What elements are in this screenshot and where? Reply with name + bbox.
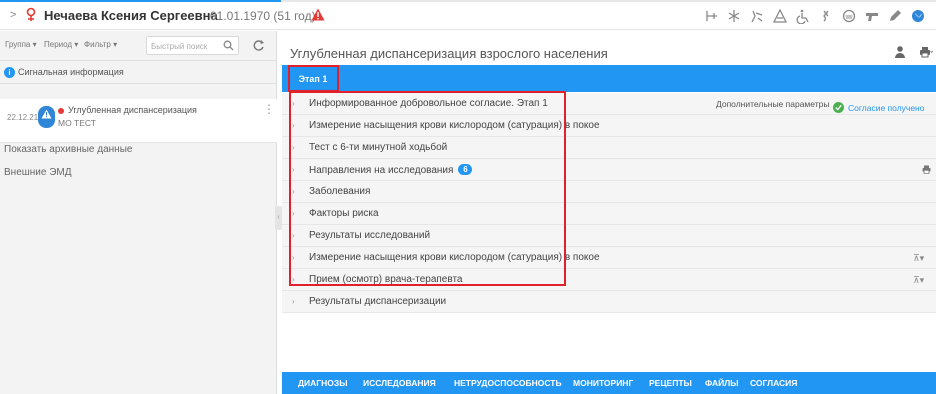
pencil-icon[interactable]	[885, 7, 905, 25]
section-row[interactable]: › Результаты исследований	[282, 225, 936, 247]
filter-filter-dropdown[interactable]: Фильтр ▾	[84, 40, 117, 49]
search-icon[interactable]	[223, 40, 234, 51]
tab-consents[interactable]: СОГЛАСИЯ	[750, 378, 797, 388]
bottom-tabs-bar: ДИАГНОЗЫ ИССЛЕДОВАНИЯ НЕТРУДОСПОСОБНОСТЬ…	[282, 372, 936, 394]
tab-files[interactable]: ФАЙЛЫ	[705, 378, 739, 388]
chevron-right-icon: ›	[292, 165, 295, 174]
chevron-right-icon: ›	[292, 231, 295, 240]
section-row[interactable]: › Заболевания	[282, 181, 936, 203]
event-card[interactable]: 22.12.21 Углубленная диспансеризация МО …	[0, 99, 277, 143]
chevron-right-icon: ›	[292, 209, 295, 218]
section-label: Результаты исследований	[309, 230, 431, 241]
section-label: Направления на исследования 6	[309, 164, 473, 176]
more-vertical-icon[interactable]: ⋮	[263, 103, 275, 115]
warning-icon[interactable]	[311, 8, 325, 21]
tab-disability[interactable]: НЕТРУДОСПОСОБНОСТЬ	[454, 378, 562, 388]
patient-toolbar	[701, 7, 928, 25]
section-row[interactable]: › Измерение насыщения крови кислородом (…	[282, 115, 936, 137]
patient-header: > Нечаева Ксения Сергеевна 01.01.1970 (5…	[0, 2, 936, 30]
stage-tab-highlight	[288, 65, 339, 92]
link-icon[interactable]	[816, 7, 836, 25]
section-label-text: Направления на исследования	[309, 165, 454, 176]
event-date: 22.12.21	[7, 113, 39, 122]
section-row[interactable]: › Направления на исследования 6	[282, 159, 936, 181]
section-label: Измерение насыщения крови кислородом (са…	[309, 252, 600, 263]
sections-list: › Информированное добровольное согласие.…	[282, 93, 936, 313]
main-toolbar	[893, 45, 933, 59]
section-row[interactable]: › Измерение насыщения крови кислородом (…	[282, 247, 936, 269]
chevron-right-icon: ›	[292, 297, 295, 306]
sort-dropdown-icon[interactable]: ⊼▾	[913, 253, 924, 264]
section-row[interactable]: › Прием (осмотр) врача-терапевта ⊼▾	[282, 269, 936, 291]
chevron-right-icon: ›	[292, 143, 295, 152]
collapse-panel-handle[interactable]: ‹	[275, 206, 282, 230]
check-circle-icon	[833, 102, 844, 113]
consent-status: Согласие получено	[833, 98, 924, 116]
female-icon	[26, 7, 36, 21]
quick-search[interactable]: Быстрый поиск	[146, 36, 239, 55]
tab-research[interactable]: ИССЛЕДОВАНИЯ	[363, 378, 436, 388]
info-icon: i	[4, 67, 15, 78]
wheelchair-icon[interactable]	[793, 7, 813, 25]
event-title[interactable]: Углубленная диспансеризация	[68, 105, 197, 115]
stage-tabs-bar: Этап 1	[282, 65, 936, 92]
section-label: Тест с 6-ти минутной ходьбой	[309, 142, 448, 153]
print-icon[interactable]	[922, 165, 931, 174]
signal-info-label: Сигнальная информация	[18, 67, 124, 77]
left-panel: Группа ▾ Период ▾ Фильтр ▾ Быстрый поиск…	[0, 31, 277, 394]
event-subtitle: МО ТЕСТ	[58, 118, 96, 128]
expand-chevron-icon[interactable]: >	[10, 9, 16, 21]
tab-diagnoses[interactable]: ДИАГНОЗЫ	[298, 378, 348, 388]
section-label: Результаты диспансеризации	[309, 296, 447, 307]
search-input[interactable]: Быстрый поиск	[151, 42, 207, 51]
refresh-icon[interactable]	[252, 39, 265, 52]
snowflake-icon[interactable]	[724, 7, 744, 25]
section-label: Заболевания	[309, 186, 371, 197]
section-label: Измерение насыщения крови кислородом (са…	[309, 120, 600, 131]
section-row[interactable]: › Тест с 6-ти минутной ходьбой	[282, 137, 936, 159]
show-archive-link[interactable]: Показать архивные данные	[4, 144, 132, 155]
chevron-right-icon: ›	[292, 99, 295, 108]
gun-icon[interactable]	[862, 7, 882, 25]
chevron-right-icon: ›	[292, 121, 295, 130]
event-badge	[38, 106, 55, 128]
sort-dropdown-icon[interactable]: ⊼▾	[913, 275, 924, 286]
section-row[interactable]: › Информированное добровольное согласие.…	[282, 93, 936, 115]
section-label: Факторы риска	[309, 208, 379, 219]
section-row[interactable]: › Результаты диспансеризации	[282, 291, 936, 313]
print-dropdown-icon[interactable]	[919, 45, 933, 59]
dropper-icon[interactable]	[747, 7, 767, 25]
consent-status-label: Согласие получено	[848, 103, 925, 113]
patient-name[interactable]: Нечаева Ксения Сергеевна	[44, 8, 218, 23]
user-icon[interactable]	[893, 45, 907, 59]
chevron-right-icon: ›	[292, 253, 295, 262]
face-mask-icon[interactable]	[839, 7, 859, 25]
section-row[interactable]: › Факторы риска	[282, 203, 936, 225]
globe-icon[interactable]	[908, 7, 928, 25]
signal-info-row[interactable]: i Сигнальная информация	[0, 62, 277, 84]
chevron-right-icon: ›	[292, 187, 295, 196]
section-label: Информированное добровольное согласие. Э…	[309, 98, 548, 109]
status-dot-icon	[58, 108, 64, 114]
count-badge: 6	[458, 164, 473, 175]
tab-prescriptions[interactable]: РЕЦЕПТЫ	[649, 378, 692, 388]
tab-monitoring[interactable]: МОНИТОРИНГ	[573, 378, 633, 388]
medical-cross-icon[interactable]	[701, 7, 721, 25]
chevron-right-icon: ›	[292, 275, 295, 284]
extra-params-link[interactable]: Дополнительные параметры	[716, 99, 829, 109]
filter-group-dropdown[interactable]: Группа ▾	[5, 40, 37, 49]
page-title: Углубленная диспансеризация взрослого на…	[290, 46, 608, 61]
chevron-left-icon: ‹	[277, 214, 280, 221]
filter-row: Группа ▾ Период ▾ Фильтр ▾ Быстрый поиск	[0, 31, 277, 61]
section-label: Прием (осмотр) врача-терапевта	[309, 274, 463, 285]
external-emd-link[interactable]: Внешние ЭМД	[4, 167, 72, 178]
patient-dob: 01.01.1970 (51 год)	[210, 9, 316, 23]
triangle-icon[interactable]	[770, 7, 790, 25]
warning-icon	[41, 109, 52, 119]
filter-period-dropdown[interactable]: Период ▾	[44, 40, 78, 49]
